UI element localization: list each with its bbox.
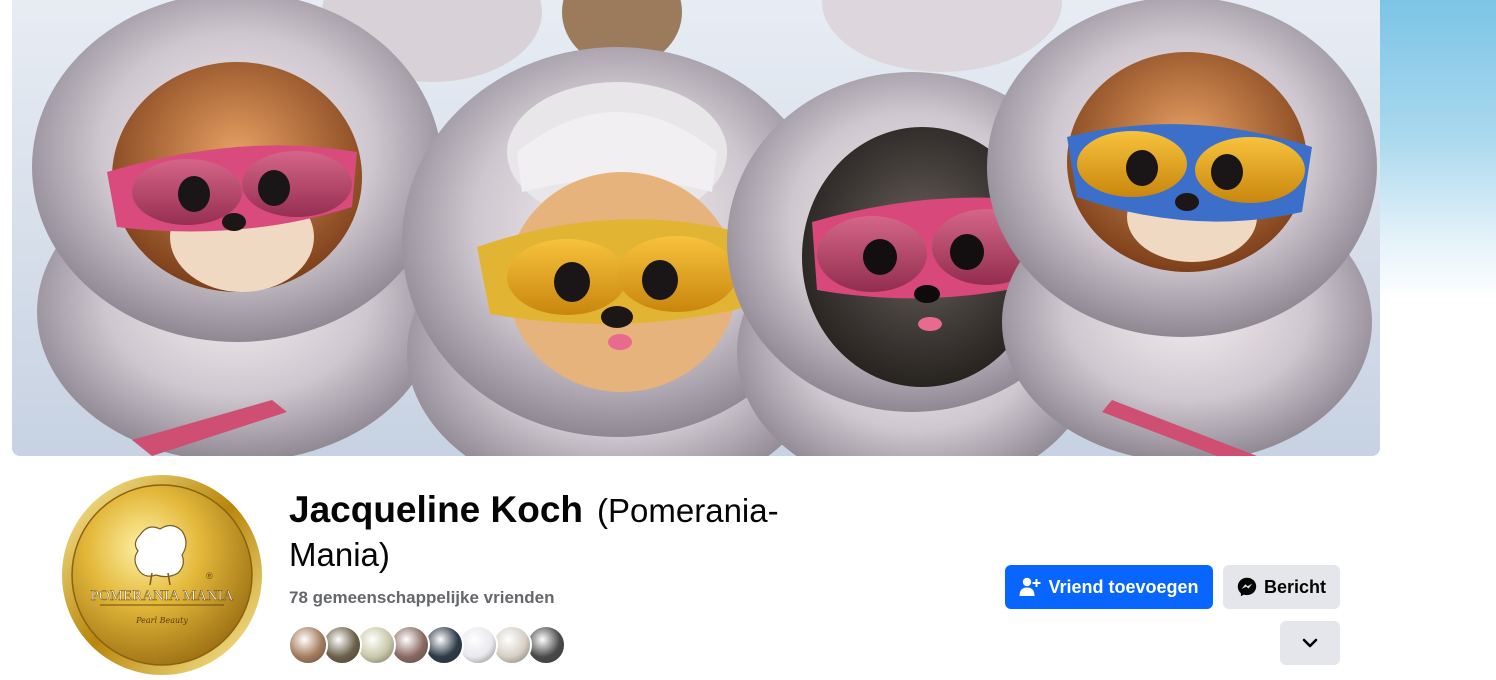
mutual-friend-avatar[interactable] (424, 625, 464, 665)
more-options-button[interactable] (1280, 621, 1340, 665)
mutual-friend-avatar[interactable] (526, 625, 566, 665)
mutual-friends-avatars (288, 625, 566, 665)
chevron-down-icon (1302, 638, 1318, 648)
mutual-friends-count[interactable]: 78 gemeenschappelijke vrienden (289, 588, 555, 608)
add-friend-label: Vriend toevoegen (1048, 576, 1199, 597)
cover-photo[interactable] (12, 0, 1380, 456)
profile-alternate-name-cont: Mania) (289, 536, 390, 573)
mutual-friend-avatar[interactable] (288, 625, 328, 665)
message-button[interactable]: Bericht (1223, 565, 1340, 609)
mutual-friend-avatar[interactable] (390, 625, 430, 665)
avatar-logo-text: POMERANIA MANIA (91, 588, 234, 604)
message-label: Bericht (1263, 576, 1326, 597)
avatar-logo-subtext: Pearl Beauty (135, 616, 188, 625)
add-friend-button[interactable]: Vriend toevoegen (1005, 565, 1213, 609)
profile-page: POMERANIA MANIA Pearl Beauty ® Jacquelin… (0, 0, 1496, 680)
messenger-icon (1237, 577, 1257, 597)
svg-text:®: ® (206, 571, 213, 581)
profile-avatar[interactable]: POMERANIA MANIA Pearl Beauty ® (56, 469, 268, 680)
profile-name: Jacqueline Koch (289, 489, 584, 530)
mutual-friend-avatar[interactable] (458, 625, 498, 665)
profile-name-block: Jacqueline Koch (Pomerania- Mania) (289, 488, 849, 577)
mutual-friend-avatar[interactable] (492, 625, 532, 665)
pomeranian-4 (987, 0, 1377, 456)
profile-alternate-name: (Pomerania- (597, 492, 779, 529)
profile-name-line-2: Mania) (289, 533, 849, 577)
profile-name-line-1: Jacqueline Koch (Pomerania- (289, 488, 849, 533)
mutual-friend-avatar[interactable] (356, 625, 396, 665)
background-sky (1380, 0, 1496, 300)
pomeranian-1 (32, 0, 442, 456)
mutual-friend-avatar[interactable] (322, 625, 362, 665)
person-plus-icon (1019, 577, 1041, 597)
